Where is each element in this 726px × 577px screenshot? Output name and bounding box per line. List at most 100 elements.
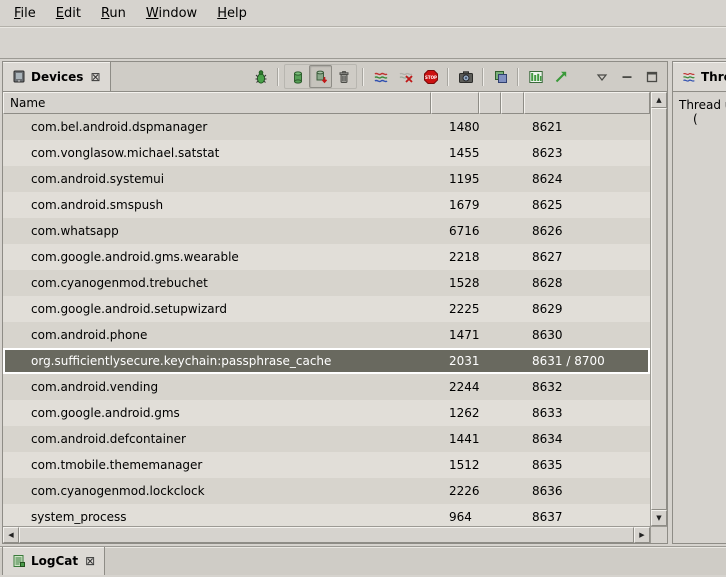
view-menu-icon[interactable]	[590, 65, 613, 88]
minimize-icon[interactable]	[615, 65, 638, 88]
process-name: com.android.phone	[3, 328, 431, 342]
table-row[interactable]: com.vonglasow.michael.satstat14553 8623	[3, 140, 650, 166]
horizontal-scrollbar-thumb[interactable]	[19, 527, 634, 543]
menu-edit[interactable]: Edit	[46, 2, 91, 25]
process-pid: 14553	[431, 146, 479, 160]
process-name: system_process	[3, 510, 431, 524]
close-icon[interactable]: ⊠	[85, 554, 95, 568]
table-row[interactable]: com.android.phone1471 8630	[3, 322, 650, 348]
table-row[interactable]: com.tmobile.thememanager15128635	[3, 452, 650, 478]
process-name: com.whatsapp	[3, 224, 431, 238]
dump-hprof-icon[interactable]	[309, 65, 332, 88]
cause-gc-icon[interactable]	[332, 65, 355, 88]
logcat-icon	[12, 554, 26, 568]
process-pid: 14411	[431, 432, 479, 446]
menu-window[interactable]: Window	[136, 2, 207, 25]
scroll-left-icon[interactable]: ◀	[3, 527, 19, 543]
horizontal-scrollbar[interactable]: ◀ ▶	[3, 526, 667, 543]
table-row[interactable]: com.google.android.gms.wearable22185 8627	[3, 244, 650, 270]
process-pid: 12623	[431, 406, 479, 420]
menu-help[interactable]: Help	[207, 2, 257, 25]
update-heap-icon[interactable]	[286, 65, 309, 88]
process-port: 8626	[524, 224, 650, 238]
menu-run[interactable]: Run	[91, 2, 136, 25]
opengl-trace-icon[interactable]	[549, 65, 572, 88]
process-pid: 1512	[431, 458, 479, 472]
table-row[interactable]: com.cyanogenmod.trebuchet1528 8628	[3, 270, 650, 296]
tab-logcat[interactable]: LogCat ⊠	[2, 547, 105, 575]
process-name: org.sufficientlysecure.keychain:passphra…	[3, 354, 431, 368]
process-pid: 1528	[431, 276, 479, 290]
devices-panel-header: Devices ⊠	[3, 62, 667, 92]
process-name: com.android.systemui	[3, 172, 431, 186]
table-row[interactable]: com.android.vending224408632	[3, 374, 650, 400]
process-port: 8627	[524, 250, 650, 264]
vertical-scrollbar[interactable]: ▲ ▼	[650, 92, 667, 526]
table-header-row: Name	[3, 92, 650, 114]
screen-capture-icon[interactable]	[454, 65, 477, 88]
device-icon	[12, 70, 26, 84]
tab-threads[interactable]: Threads	[673, 62, 726, 91]
process-name: com.google.android.setupwizard	[3, 302, 431, 316]
tab-threads-label: Threads	[701, 70, 726, 84]
process-list: com.bel.android.dspmanager14808621com.vo…	[3, 114, 650, 526]
update-threads-icon[interactable]	[369, 65, 392, 88]
main-toolbar	[0, 27, 726, 59]
column-header-spacer1[interactable]	[479, 92, 501, 114]
process-name: com.android.vending	[3, 380, 431, 394]
process-port: 8623	[524, 146, 650, 160]
column-header-spacer2[interactable]	[501, 92, 524, 114]
scroll-down-icon[interactable]: ▼	[651, 510, 667, 526]
process-name: com.vonglasow.michael.satstat	[3, 146, 431, 160]
column-header-pid[interactable]	[431, 92, 479, 114]
process-pid: 22185	[431, 250, 479, 264]
threads-view: Threads Thread up (	[672, 61, 726, 544]
process-name: com.google.android.gms.wearable	[3, 250, 431, 264]
systrace-icon[interactable]	[524, 65, 547, 88]
table-row[interactable]: org.sufficientlysecure.keychain:passphra…	[3, 348, 650, 374]
vertical-scrollbar-thumb[interactable]	[651, 108, 667, 510]
process-pid: 1480	[431, 120, 479, 134]
table-row[interactable]: com.bel.android.dspmanager14808621	[3, 114, 650, 140]
debug-process-icon[interactable]	[249, 65, 272, 88]
table-row[interactable]: system_process9648637	[3, 504, 650, 526]
menu-file[interactable]: File	[4, 2, 46, 25]
tab-devices[interactable]: Devices ⊠	[3, 62, 111, 91]
process-port: 8637	[524, 510, 650, 524]
toolbar-separator	[277, 68, 279, 86]
process-name: com.cyanogenmod.trebuchet	[3, 276, 431, 290]
maximize-icon[interactable]	[640, 65, 663, 88]
threads-icon	[682, 70, 696, 84]
tab-logcat-label: LogCat	[31, 554, 78, 568]
process-port: 8628	[524, 276, 650, 290]
close-icon[interactable]: ⊠	[90, 70, 100, 84]
scroll-up-icon[interactable]: ▲	[651, 92, 667, 108]
stop-process-icon[interactable]: STOP	[419, 65, 442, 88]
process-pid: 1471	[431, 328, 479, 342]
menu-bar: File Edit Run Window Help	[0, 0, 726, 27]
column-header-name[interactable]: Name	[3, 92, 431, 114]
process-name: com.android.smspush	[3, 198, 431, 212]
table-row[interactable]: com.cyanogenmod.lockclock222658636	[3, 478, 650, 504]
process-pid: 20311	[431, 354, 479, 368]
table-row[interactable]: com.android.smspush16798625	[3, 192, 650, 218]
process-port: 8636	[524, 484, 650, 498]
column-header-port[interactable]	[524, 92, 650, 114]
scroll-right-icon[interactable]: ▶	[634, 527, 650, 543]
table-row[interactable]: com.whatsapp67168626	[3, 218, 650, 244]
process-pid: 22250	[431, 302, 479, 316]
threads-message: Thread up (	[673, 92, 726, 126]
stop-method-profiling-icon[interactable]	[394, 65, 417, 88]
process-port: 8630	[524, 328, 650, 342]
svg-text:STOP: STOP	[425, 74, 437, 79]
process-port: 8634	[524, 432, 650, 446]
view-hierarchy-icon[interactable]	[489, 65, 512, 88]
process-port: 8625	[524, 198, 650, 212]
process-port: 8635	[524, 458, 650, 472]
table-row[interactable]: com.google.android.setupwizard222508629	[3, 296, 650, 322]
devices-toolbar: STOP	[249, 62, 667, 91]
table-row[interactable]: com.android.systemui11958624	[3, 166, 650, 192]
table-row[interactable]: com.google.android.gms126238633	[3, 400, 650, 426]
table-row[interactable]: com.android.defcontainer144118634	[3, 426, 650, 452]
threads-panel-header: Threads	[673, 62, 726, 92]
